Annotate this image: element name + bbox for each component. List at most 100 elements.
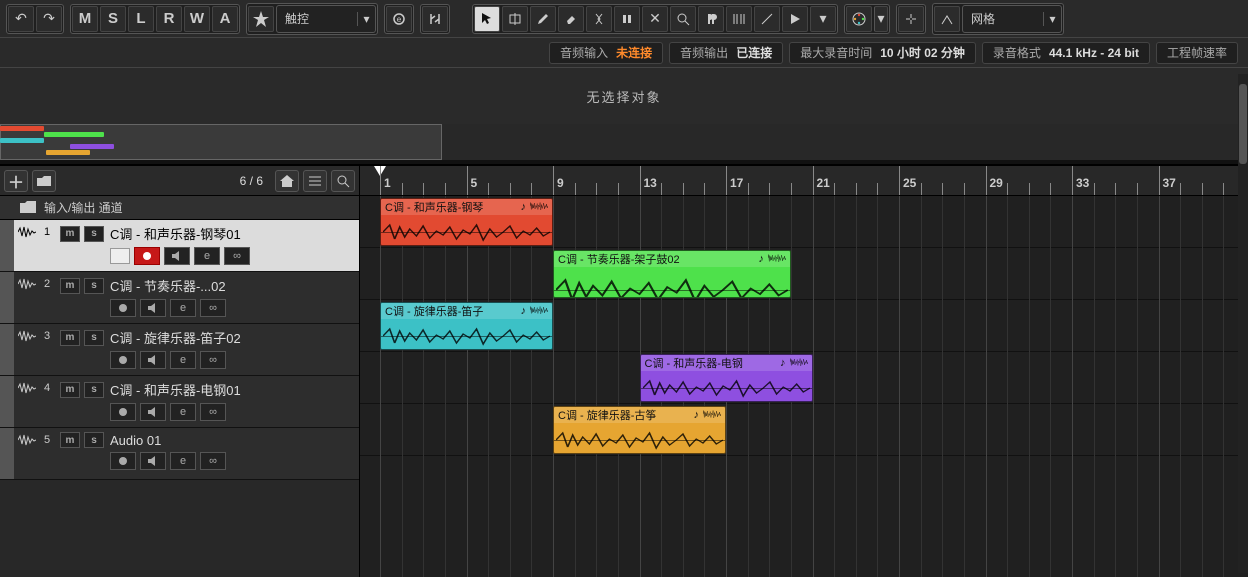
range-tool-button[interactable] xyxy=(502,6,528,32)
record-enable-button[interactable] xyxy=(110,452,136,470)
solo-button[interactable]: s xyxy=(84,432,104,448)
project-overview[interactable] xyxy=(0,124,1248,160)
track-color-gutter[interactable] xyxy=(0,376,14,427)
ruler-label: 1 xyxy=(384,176,391,190)
audio-clip[interactable]: C调 - 和声乐器-钢琴♪ xyxy=(380,198,553,246)
lanes-area[interactable]: C调 - 和声乐器-钢琴♪C调 - 节奏乐器-架子鼓02♪C调 - 旋律乐器-笛… xyxy=(360,196,1248,577)
channel-edit-button[interactable]: e xyxy=(194,247,220,265)
monitor-button[interactable] xyxy=(140,403,166,421)
insert-chain-button[interactable]: ∞ xyxy=(200,351,226,369)
automation-mode-icon[interactable] xyxy=(248,6,274,32)
color-dropdown-icon[interactable]: ▾ xyxy=(810,6,836,32)
constrain-icon[interactable] xyxy=(422,6,448,32)
mute-tool-button[interactable]: ✕ xyxy=(642,6,668,32)
mute-button[interactable]: m xyxy=(60,278,80,294)
track-color-gutter[interactable] xyxy=(0,324,14,375)
insert-chain-button[interactable]: ∞ xyxy=(200,403,226,421)
track-color-gutter[interactable] xyxy=(0,428,14,479)
monitor-button[interactable] xyxy=(164,247,190,265)
glue-tool-button[interactable] xyxy=(614,6,640,32)
status-max-record[interactable]: 最大录音时间 10 小时 02 分钟 xyxy=(789,42,976,64)
search-track-button[interactable] xyxy=(331,170,355,192)
record-enable-button[interactable] xyxy=(110,351,136,369)
monitor-button[interactable] xyxy=(140,351,166,369)
solo-button[interactable]: s xyxy=(84,330,104,346)
io-folder-row[interactable]: 输入/输出 通道 xyxy=(0,196,359,220)
state-l-button[interactable]: L xyxy=(128,6,154,32)
track-row[interactable]: 5msAudio 01e∞ xyxy=(0,428,359,480)
record-enable-button[interactable] xyxy=(110,299,136,317)
folder-icon xyxy=(20,200,44,216)
track-row[interactable]: 3msC调 - 旋律乐器-笛子02e∞ xyxy=(0,324,359,376)
channel-edit-button[interactable]: e xyxy=(170,403,196,421)
ruler-tick xyxy=(1029,183,1030,195)
mute-button[interactable]: m xyxy=(60,382,80,398)
mute-button[interactable]: m xyxy=(60,330,80,346)
zoom-tool-button[interactable] xyxy=(670,6,696,32)
insert-chain-button[interactable]: ∞ xyxy=(224,247,250,265)
line-tool-button[interactable] xyxy=(754,6,780,32)
waveform-icon xyxy=(768,253,786,266)
state-r-button[interactable]: R xyxy=(156,6,182,32)
add-track-button[interactable]: ＋ xyxy=(4,170,28,192)
track-row[interactable]: 4msC调 - 和声乐器-电钢01e∞ xyxy=(0,376,359,428)
track-row[interactable]: 2msC调 - 节奏乐器-...02e∞ xyxy=(0,272,359,324)
timeline-ruler[interactable]: 15913172125293337 xyxy=(360,166,1248,196)
warp-tool-button[interactable] xyxy=(726,6,752,32)
erase-tool-button[interactable] xyxy=(558,6,584,32)
draw-tool-button[interactable] xyxy=(530,6,556,32)
auto-mode-combo[interactable]: 触控 ▾ xyxy=(276,5,376,33)
grid-line xyxy=(1029,196,1030,577)
track-preset-button[interactable] xyxy=(32,170,56,192)
audio-clip[interactable]: C调 - 旋律乐器-古筝♪ xyxy=(553,406,726,454)
track-row[interactable]: 1msC调 - 和声乐器-钢琴01e∞ xyxy=(0,220,359,272)
scrollbar-thumb[interactable] xyxy=(1239,84,1247,164)
track-color-gutter[interactable] xyxy=(0,272,14,323)
mute-button[interactable]: m xyxy=(60,226,80,242)
snap-type-icon[interactable] xyxy=(934,6,960,32)
status-record-format[interactable]: 录音格式 44.1 kHz - 24 bit xyxy=(982,42,1150,64)
status-audio-in[interactable]: 音频输入 未连接 xyxy=(549,42,663,64)
state-m-button[interactable]: M xyxy=(72,6,98,32)
play-tool-button[interactable] xyxy=(782,6,808,32)
split-tool-button[interactable] xyxy=(586,6,612,32)
state-s-button[interactable]: S xyxy=(100,6,126,32)
mute-button[interactable]: m xyxy=(60,432,80,448)
status-audio-out[interactable]: 音频输出 已连接 xyxy=(669,42,783,64)
monitor-button[interactable] xyxy=(140,452,166,470)
audio-track-icon xyxy=(14,428,40,479)
solo-button[interactable]: s xyxy=(84,382,104,398)
chevron-down-icon[interactable]: ▾ xyxy=(874,6,888,32)
insert-chain-button[interactable]: ∞ xyxy=(200,452,226,470)
status-framerate[interactable]: 工程帧速率 xyxy=(1156,42,1238,64)
clip-name-label: C调 - 旋律乐器-笛子 xyxy=(385,303,517,319)
ruler-tick xyxy=(402,183,403,195)
solo-button[interactable]: s xyxy=(84,278,104,294)
color-tool-button[interactable] xyxy=(846,6,872,32)
audio-clip[interactable]: C调 - 和声乐器-电钢♪ xyxy=(640,354,813,402)
channel-edit-button[interactable]: e xyxy=(170,351,196,369)
list-view-button[interactable] xyxy=(303,170,327,192)
snap-off-button[interactable] xyxy=(898,6,924,32)
comp-tool-button[interactable] xyxy=(698,6,724,32)
automation-panel-button[interactable]: e xyxy=(386,6,412,32)
vertical-scrollbar[interactable] xyxy=(1238,74,1248,573)
audio-clip[interactable]: C调 - 旋律乐器-笛子♪ xyxy=(380,302,553,350)
track-color-gutter[interactable] xyxy=(0,220,14,271)
undo-button[interactable]: ↶ xyxy=(8,6,34,32)
home-view-button[interactable] xyxy=(275,170,299,192)
state-a-button[interactable]: A xyxy=(212,6,238,32)
channel-edit-button[interactable]: e xyxy=(170,299,196,317)
channel-edit-button[interactable]: e xyxy=(170,452,196,470)
audio-clip[interactable]: C调 - 节奏乐器-架子鼓02♪ xyxy=(553,250,791,298)
pointer-tool-button[interactable] xyxy=(474,6,500,32)
record-enable-button[interactable] xyxy=(134,247,160,265)
monitor-button[interactable] xyxy=(140,299,166,317)
state-w-button[interactable]: W xyxy=(184,6,210,32)
auto-fade-box[interactable] xyxy=(110,248,130,264)
solo-button[interactable]: s xyxy=(84,226,104,242)
record-enable-button[interactable] xyxy=(110,403,136,421)
insert-chain-button[interactable]: ∞ xyxy=(200,299,226,317)
redo-button[interactable]: ↷ xyxy=(36,6,62,32)
snap-type-combo[interactable]: 网格 ▾ xyxy=(962,5,1062,33)
